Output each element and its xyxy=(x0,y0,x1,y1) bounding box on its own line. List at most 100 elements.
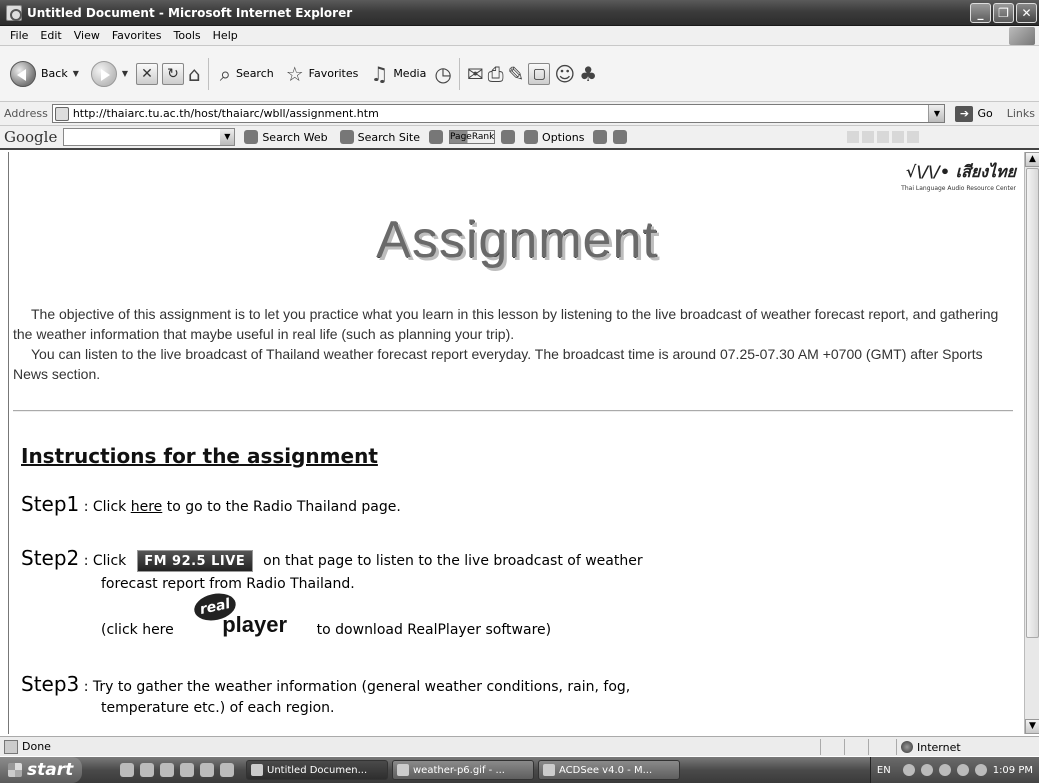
address-input[interactable] xyxy=(72,107,925,120)
back-button[interactable]: Back ▼ xyxy=(6,59,83,89)
menu-view[interactable]: View xyxy=(68,29,106,42)
clock[interactable]: 1:09 PM xyxy=(993,765,1033,776)
highlight-icon[interactable] xyxy=(613,130,628,144)
quicklaunch-icon[interactable] xyxy=(180,763,194,777)
scroll-thumb[interactable] xyxy=(1026,168,1039,638)
print-button[interactable]: ⎙ xyxy=(488,63,504,85)
address-field[interactable]: ▼ xyxy=(51,104,946,123)
search-button[interactable]: ⌕ Search xyxy=(216,59,278,89)
links-button[interactable]: Links xyxy=(1003,107,1039,120)
step-text: to download RealPlayer software) xyxy=(316,622,552,638)
step-text: (click here xyxy=(101,622,174,638)
options-button[interactable]: Options xyxy=(521,130,587,144)
tray-icon[interactable] xyxy=(902,764,915,776)
start-label: start xyxy=(27,760,74,780)
search-icon: ⌕ xyxy=(219,61,231,86)
page-content: √\/\/• เสียงไทย Thai Language Audio Reso… xyxy=(8,152,1024,734)
star-icon: ☆ xyxy=(285,61,304,86)
messenger-button[interactable]: ☺ xyxy=(554,63,575,85)
step-text: Click xyxy=(92,553,127,569)
search-label: Search xyxy=(235,67,274,80)
info-icon[interactable] xyxy=(501,130,516,144)
step-text: Click xyxy=(92,499,127,515)
chevron-down-icon[interactable]: ▼ xyxy=(928,105,945,122)
windows-logo-icon xyxy=(1009,27,1035,45)
close-button[interactable]: ✕ xyxy=(1016,3,1037,23)
quicklaunch-icon[interactable] xyxy=(120,763,134,777)
menu-help[interactable]: Help xyxy=(207,29,244,42)
go-button[interactable]: ➔ Go xyxy=(949,105,998,122)
search-web-label: Search Web xyxy=(262,130,328,144)
google-logo[interactable]: Google xyxy=(4,128,57,146)
menu-tools[interactable]: Tools xyxy=(168,29,207,42)
task-weather-gif[interactable]: weather-p6.gif - ... xyxy=(392,760,534,780)
tray-icon[interactable] xyxy=(956,764,969,776)
tray-icon[interactable] xyxy=(920,764,933,776)
status-bar: Done Internet xyxy=(0,736,1039,756)
taskbar: start Untitled Documen... weather-p6.gif… xyxy=(0,757,1039,783)
instructions-title: Instructions for the assignment xyxy=(21,444,378,468)
stop-button[interactable]: ✕ xyxy=(136,62,159,85)
search-web-button[interactable]: Search Web xyxy=(241,130,330,144)
forward-arrow-icon xyxy=(90,60,117,87)
news-icon[interactable] xyxy=(429,130,444,144)
pagerank-meter[interactable]: PageRank xyxy=(449,130,496,144)
quicklaunch-icon[interactable] xyxy=(200,763,214,777)
menu-edit[interactable]: Edit xyxy=(34,29,67,42)
vertical-scrollbar[interactable]: ▲ ▼ xyxy=(1024,152,1039,734)
task-acdsee[interactable]: ACDSee v4.0 - M... xyxy=(538,760,680,780)
media-label: Media xyxy=(393,67,427,80)
people-icon[interactable]: ♣ xyxy=(579,63,597,85)
quicklaunch-icon[interactable] xyxy=(140,763,154,777)
task-label: Untitled Documen... xyxy=(267,764,368,776)
site-logo: √\/\/• เสียงไทย Thai Language Audio Reso… xyxy=(901,160,1016,192)
quicklaunch-icon[interactable] xyxy=(220,763,234,777)
step-label: Step1 xyxy=(21,492,80,516)
options-icon xyxy=(524,130,539,144)
up-icon[interactable] xyxy=(593,130,608,144)
mail-button[interactable]: ✉ xyxy=(467,63,484,85)
start-button[interactable]: start xyxy=(0,757,82,783)
search-site-button[interactable]: Search Site xyxy=(337,130,423,144)
step-text: on that page to listen to the live broad… xyxy=(263,553,643,569)
acdsee-icon xyxy=(543,764,555,776)
back-arrow-icon xyxy=(10,60,36,87)
intro-paragraph: The objective of this assignment is to l… xyxy=(13,306,999,342)
task-ie-window[interactable]: Untitled Documen... xyxy=(246,760,388,780)
favorites-button[interactable]: ☆ Favorites xyxy=(282,59,363,89)
address-bar: Address ▼ ➔ Go Links xyxy=(0,102,1039,126)
tray-icon[interactable] xyxy=(974,764,987,776)
chevron-down-icon[interactable]: ▼ xyxy=(122,69,128,78)
quicklaunch-icon[interactable] xyxy=(160,763,174,777)
scroll-down-arrow[interactable]: ▼ xyxy=(1025,719,1039,734)
go-label: Go xyxy=(977,107,993,120)
chevron-down-icon[interactable]: ▼ xyxy=(220,129,235,145)
menu-favorites[interactable]: Favorites xyxy=(106,29,168,42)
logo-mark: √\/\/• เสียงไทย xyxy=(905,162,1016,181)
history-button[interactable]: ◷ xyxy=(434,63,451,85)
media-button[interactable]: ♫ Media xyxy=(366,59,430,89)
google-toolbar: Google ▼ Search Web Search Site PageRank… xyxy=(0,126,1039,150)
minimize-button[interactable]: _ xyxy=(970,3,991,23)
radio-thailand-link[interactable]: here xyxy=(131,499,163,515)
google-search-input[interactable]: ▼ xyxy=(63,128,236,146)
refresh-button[interactable]: ↻ xyxy=(162,62,185,85)
system-tray: EN 1:09 PM xyxy=(869,757,1039,783)
discuss-button[interactable]: ▢ xyxy=(528,62,551,85)
menu-bar: File Edit View Favorites Tools Help xyxy=(0,26,1039,46)
toolbar: Back ▼ ▼ ✕ ↻ ⌂ ⌕ Search ☆ Favorites ♫ Me… xyxy=(0,46,1039,102)
realplayer-logo[interactable]: real player xyxy=(182,589,308,638)
tray-icon[interactable] xyxy=(938,764,951,776)
menu-file[interactable]: File xyxy=(4,29,34,42)
maximize-button[interactable]: ❐ xyxy=(993,3,1014,23)
chevron-down-icon[interactable]: ▼ xyxy=(73,69,79,78)
back-label: Back xyxy=(41,67,68,80)
scroll-up-arrow[interactable]: ▲ xyxy=(1025,152,1039,167)
step-text: to go to the Radio Thailand page. xyxy=(166,499,401,515)
windows-flag-icon xyxy=(8,763,22,777)
language-indicator[interactable]: EN xyxy=(877,765,897,776)
edit-button[interactable]: ✎ xyxy=(508,63,525,85)
ie-icon xyxy=(251,764,263,776)
home-button[interactable]: ⌂ xyxy=(188,63,201,85)
forward-button[interactable]: ▼ xyxy=(87,59,132,89)
